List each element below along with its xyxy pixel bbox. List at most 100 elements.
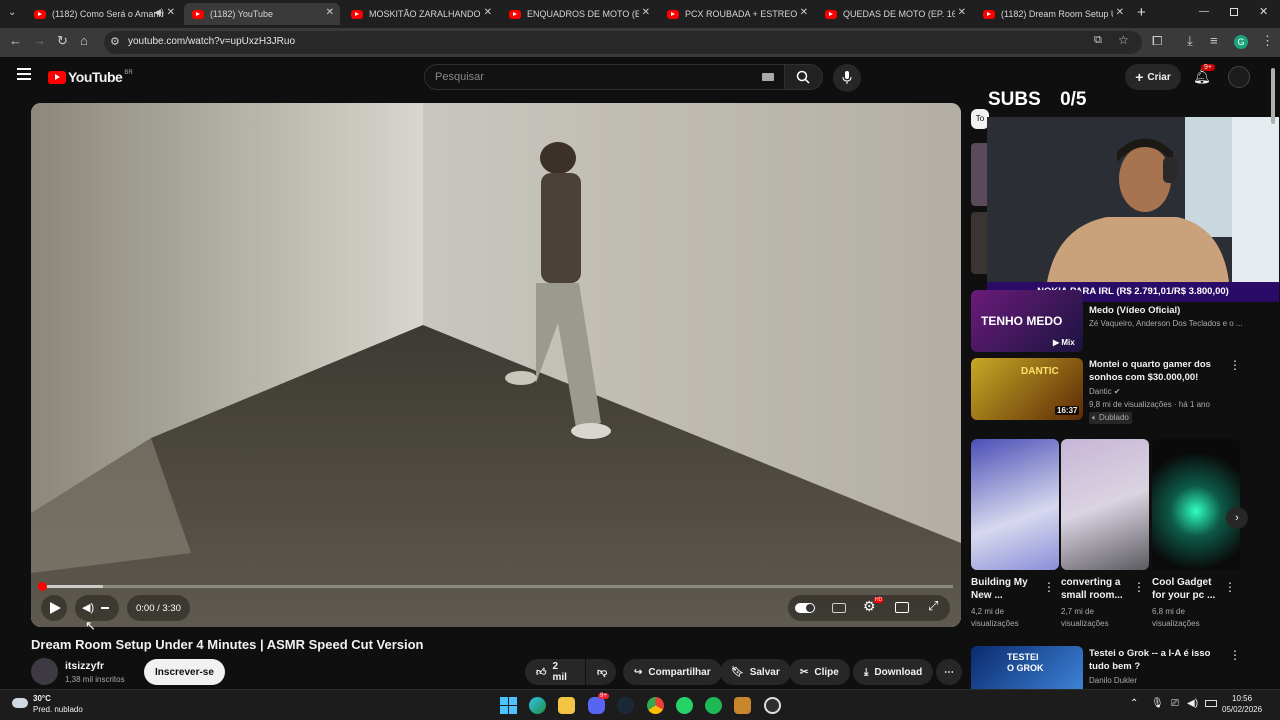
- recommended-video[interactable]: TENHO MEDO ▶ Mix Medo (Vídeo Oficial) Zé…: [971, 290, 1243, 352]
- chrome-icon[interactable]: [647, 697, 664, 714]
- browser-tab[interactable]: (1182) Dream Room Setup Under ✕: [975, 3, 1130, 25]
- app-icon[interactable]: [734, 697, 751, 714]
- play-button[interactable]: [41, 595, 67, 621]
- browser-tab-active[interactable]: (1182) YouTube ✕: [184, 3, 340, 25]
- search-button[interactable]: [785, 64, 823, 90]
- clock-time[interactable]: 10:56: [1232, 694, 1252, 703]
- tray-overflow-icon[interactable]: ⌃: [1130, 698, 1138, 709]
- extensions-icon[interactable]: ⧠: [1152, 33, 1162, 49]
- microphone-tray-icon[interactable]: 🎙︎: [1151, 698, 1164, 709]
- steam-icon[interactable]: [617, 697, 634, 714]
- home-icon[interactable]: ⌂: [80, 33, 88, 48]
- save-button[interactable]: 🔖︎ Salvar: [720, 659, 791, 685]
- tab-search-icon[interactable]: ⌄: [8, 7, 16, 18]
- hamburger-menu-icon[interactable]: [17, 68, 31, 80]
- close-tab-icon[interactable]: ✕: [642, 7, 650, 18]
- browser-tab[interactable]: MOSKITÃO ZARALHANDO TODOS ✕: [343, 3, 498, 25]
- bookmark-star-icon[interactable]: ☆: [1118, 33, 1129, 47]
- youtube-favicon-icon: [34, 9, 46, 19]
- site-info-icon[interactable]: ⚙: [110, 35, 120, 48]
- keyboard-icon[interactable]: [762, 73, 774, 81]
- address-bar[interactable]: ⚙ youtube.com/watch?v=upUxzH3JRuo ⧉ ☆: [104, 31, 1142, 54]
- recommended-video[interactable]: TESTEI O GROK Testei o Grok -- a I-A é i…: [971, 646, 1251, 689]
- more-options-icon[interactable]: ⋮: [1229, 648, 1241, 662]
- page-scrollbar[interactable]: [1271, 60, 1277, 690]
- reload-icon[interactable]: ↻: [57, 33, 68, 49]
- like-button[interactable]: 👍︎ 2 mil: [525, 659, 585, 685]
- more-options-icon[interactable]: ⋮: [1229, 358, 1241, 372]
- profile-avatar[interactable]: G: [1234, 35, 1248, 49]
- close-window-button[interactable]: ✕: [1259, 5, 1268, 18]
- more-menu-icon[interactable]: ⋮: [1261, 33, 1274, 49]
- browser-tab[interactable]: PCX ROUBADA + ESTREOU A MOTO ✕: [659, 3, 814, 25]
- video-thumbnail: TENHO MEDO ▶ Mix: [971, 290, 1083, 352]
- minimize-button[interactable]: —: [1199, 6, 1209, 17]
- close-tab-icon[interactable]: ✕: [484, 7, 492, 18]
- more-options-icon[interactable]: ⋮: [1133, 580, 1145, 594]
- spotify-icon[interactable]: [705, 697, 722, 714]
- url-text[interactable]: youtube.com/watch?v=upUxzH3JRuo: [128, 36, 295, 47]
- clock-date[interactable]: 05/02/2026: [1222, 705, 1262, 714]
- sidebar-thumb[interactable]: [971, 212, 987, 274]
- fullscreen-icon[interactable]: ⤢: [928, 598, 938, 614]
- close-tab-icon[interactable]: ✕: [1116, 7, 1124, 18]
- more-actions-button[interactable]: ⋯: [936, 659, 962, 685]
- autoplay-toggle[interactable]: [795, 603, 815, 613]
- recommended-video[interactable]: DANTIC 16:37 Montei o quarto gamer dos s…: [971, 358, 1251, 424]
- share-button[interactable]: ↪ Compartilhar: [623, 659, 722, 685]
- close-tab-icon[interactable]: ✕: [800, 7, 808, 18]
- cloud-icon: [12, 698, 28, 708]
- install-app-icon[interactable]: ⧉: [1094, 34, 1102, 47]
- download-button[interactable]: ⤓ Download: [853, 659, 934, 685]
- create-button[interactable]: + Criar: [1125, 64, 1181, 90]
- new-tab-button[interactable]: +: [1137, 4, 1146, 21]
- volume-slider[interactable]: [101, 607, 109, 609]
- close-tab-icon[interactable]: ✕: [326, 7, 334, 18]
- voice-search-button[interactable]: [833, 64, 861, 92]
- theater-mode-icon[interactable]: [895, 602, 909, 613]
- youtube-logo[interactable]: YouTube BR: [48, 69, 133, 85]
- download-icon[interactable]: ⤓: [1187, 33, 1193, 49]
- short-card[interactable]: converting a small room... 2,7 mi de vis…: [1061, 439, 1149, 630]
- clip-button[interactable]: ✂ Clipe: [789, 659, 850, 685]
- short-card[interactable]: Building My New ... 4,2 mi de visualizaç…: [971, 439, 1059, 630]
- back-icon[interactable]: ←: [9, 33, 22, 48]
- browser-tab[interactable]: ENQUADROS DE MOTO (EP. 12) ✕: [501, 3, 656, 25]
- play-icon: [50, 602, 61, 614]
- battery-icon[interactable]: [1205, 700, 1217, 707]
- volume-icon[interactable]: ◀): [82, 601, 94, 614]
- file-explorer-icon[interactable]: [558, 697, 575, 714]
- volume-control[interactable]: ◀): [75, 595, 119, 621]
- start-button-icon[interactable]: [500, 697, 517, 714]
- dislike-button[interactable]: 👎︎: [586, 659, 616, 685]
- sidebar-thumb[interactable]: [971, 143, 987, 206]
- channel-name[interactable]: itsizzyfr: [65, 660, 104, 672]
- short-card[interactable]: Cool Gadget for your pc ... 6,8 mi de vi…: [1152, 439, 1240, 630]
- shorts-next-button[interactable]: ›: [1226, 507, 1248, 529]
- share-icon: ↪: [634, 666, 643, 678]
- notifications-button[interactable]: 🔔︎ 9+: [1193, 64, 1215, 86]
- obs-icon[interactable]: [764, 697, 781, 714]
- subscribe-button[interactable]: Inscrever-se: [144, 659, 225, 685]
- volume-tray-icon[interactable]: ◀): [1187, 698, 1198, 709]
- more-options-icon[interactable]: ⋮: [1043, 580, 1055, 594]
- edge-icon[interactable]: [529, 697, 546, 714]
- scrubber-handle[interactable]: [38, 582, 47, 591]
- account-avatar[interactable]: [1228, 66, 1250, 88]
- forward-icon[interactable]: →: [33, 33, 46, 48]
- browser-tab[interactable]: QUEDAS DE MOTO (EP. 163) - Y ✕: [817, 3, 972, 25]
- discord-icon[interactable]: 9+: [588, 693, 609, 714]
- reading-list-icon[interactable]: ≡: [1210, 33, 1218, 48]
- subtitles-icon[interactable]: [832, 603, 846, 613]
- progress-bar[interactable]: [38, 582, 953, 591]
- close-tab-icon[interactable]: ✕: [167, 7, 175, 18]
- whatsapp-icon[interactable]: [676, 697, 693, 714]
- video-player[interactable]: ◀) 0:00 / 3:30 ⚙ HD ⤢: [31, 103, 961, 627]
- channel-avatar[interactable]: [31, 658, 58, 685]
- browser-tab[interactable]: (1182) Como Será o Amanhã ◀) ✕: [26, 3, 181, 25]
- network-icon[interactable]: ⎚: [1171, 698, 1179, 709]
- close-tab-icon[interactable]: ✕: [958, 7, 966, 18]
- more-options-icon[interactable]: ⋮: [1224, 580, 1236, 594]
- search-input[interactable]: Pesquisar: [424, 64, 785, 90]
- restore-button[interactable]: [1230, 8, 1238, 16]
